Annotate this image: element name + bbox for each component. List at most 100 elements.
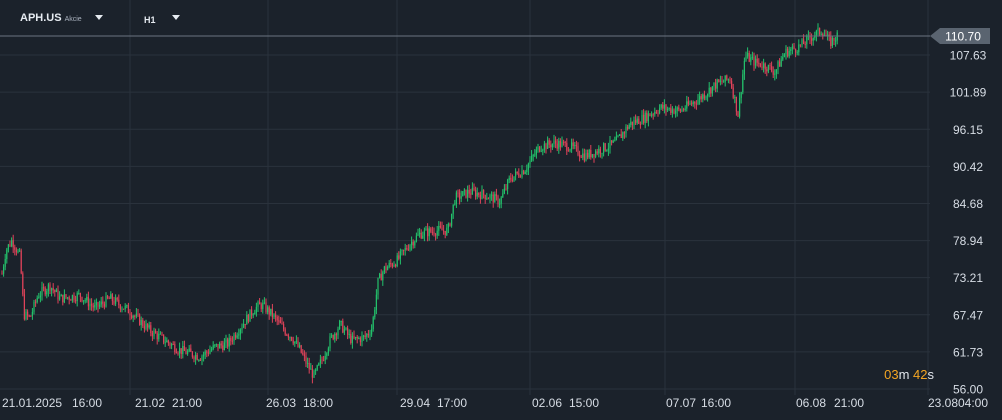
candle: [779, 58, 781, 67]
candle: [651, 111, 653, 118]
candle: [398, 251, 400, 261]
candle: [667, 106, 669, 113]
candle: [129, 308, 131, 321]
candle: [699, 91, 701, 105]
candle: [300, 344, 302, 354]
candle: [99, 300, 101, 310]
candle: [14, 244, 16, 256]
candle: [254, 309, 256, 315]
candle: [764, 62, 766, 74]
candle: [670, 103, 672, 116]
candle: [228, 333, 230, 352]
y-tick-label: 90.42: [953, 160, 983, 174]
candle: [251, 306, 253, 319]
candle: [566, 138, 568, 156]
candle: [486, 192, 488, 200]
candle: [335, 332, 337, 341]
y-tick-label: 78.94: [953, 234, 983, 248]
candle: [727, 78, 729, 84]
candle: [475, 186, 477, 200]
candle: [211, 346, 213, 352]
candle: [665, 104, 667, 116]
candle: [606, 149, 608, 152]
candle: [646, 110, 648, 124]
candle: [582, 148, 584, 161]
candle: [676, 106, 678, 117]
candle: [649, 113, 651, 117]
candle: [68, 295, 70, 305]
candle: [9, 240, 11, 248]
timeframe-selector[interactable]: H1: [144, 15, 156, 25]
candle: [47, 282, 49, 297]
candle: [483, 189, 485, 199]
candle: [39, 291, 41, 303]
candle: [535, 146, 537, 159]
candle: [692, 100, 694, 107]
candle: [401, 249, 403, 256]
symbol-dropdown-icon[interactable]: [95, 15, 103, 20]
timeframe-dropdown-icon[interactable]: [172, 15, 180, 20]
candle: [273, 313, 275, 320]
candle: [430, 227, 432, 234]
candle: [219, 341, 221, 349]
candle: [331, 333, 333, 339]
candle: [516, 171, 518, 175]
candle: [599, 146, 601, 158]
y-tick-label: 67.47: [953, 308, 983, 322]
candle: [366, 332, 368, 342]
candle: [22, 271, 24, 297]
candle: [57, 285, 59, 304]
y-axis: 107.63 101.89 96.15 90.42 84.68 78.94 73.21 67.…: [950, 49, 987, 397]
candle: [503, 184, 505, 195]
candle: [831, 36, 833, 48]
candle: [292, 336, 294, 346]
candle: [673, 108, 675, 115]
candle: [404, 243, 406, 256]
candle: [308, 357, 310, 374]
candle: [612, 139, 614, 144]
candle: [598, 145, 600, 158]
candle: [423, 227, 425, 242]
candle: [76, 291, 78, 307]
candle: [279, 317, 281, 324]
candle: [324, 351, 326, 365]
candle: [529, 156, 531, 168]
candle: [323, 355, 325, 362]
candle: [199, 358, 201, 361]
candle: [195, 351, 197, 365]
candle: [1, 270, 3, 275]
candle: [151, 330, 153, 342]
x-tick-label: 07.07: [666, 396, 696, 410]
y-tick-label: 61.73: [953, 345, 983, 359]
candle: [499, 198, 501, 209]
candle: [134, 314, 136, 320]
candle: [743, 57, 745, 80]
candle: [425, 226, 427, 231]
candle: [289, 336, 291, 342]
candle: [555, 136, 557, 149]
candle: [387, 265, 389, 271]
candle: [631, 121, 633, 131]
candle: [25, 308, 27, 321]
candle: [457, 189, 459, 198]
candle: [187, 349, 189, 356]
candle: [574, 141, 576, 150]
candle: [694, 101, 696, 109]
candle: [81, 296, 83, 303]
price-chart[interactable]: 110.70 107.63 101.89 96.15 90.42 84.68 78.94 7…: [0, 0, 1002, 420]
x-tick-label: 29.04: [400, 396, 430, 410]
candle: [363, 334, 365, 341]
candle: [644, 110, 646, 129]
candle: [395, 263, 397, 268]
candle: [287, 333, 289, 341]
candle: [339, 319, 341, 330]
candle: [265, 298, 267, 314]
candle: [591, 154, 593, 159]
candle: [558, 137, 560, 154]
candle: [86, 293, 88, 303]
candle: [769, 62, 771, 70]
candle: [524, 170, 526, 175]
candle: [478, 192, 480, 198]
candle: [143, 320, 145, 333]
symbol-selector[interactable]: APH.US Akcie: [20, 12, 82, 24]
